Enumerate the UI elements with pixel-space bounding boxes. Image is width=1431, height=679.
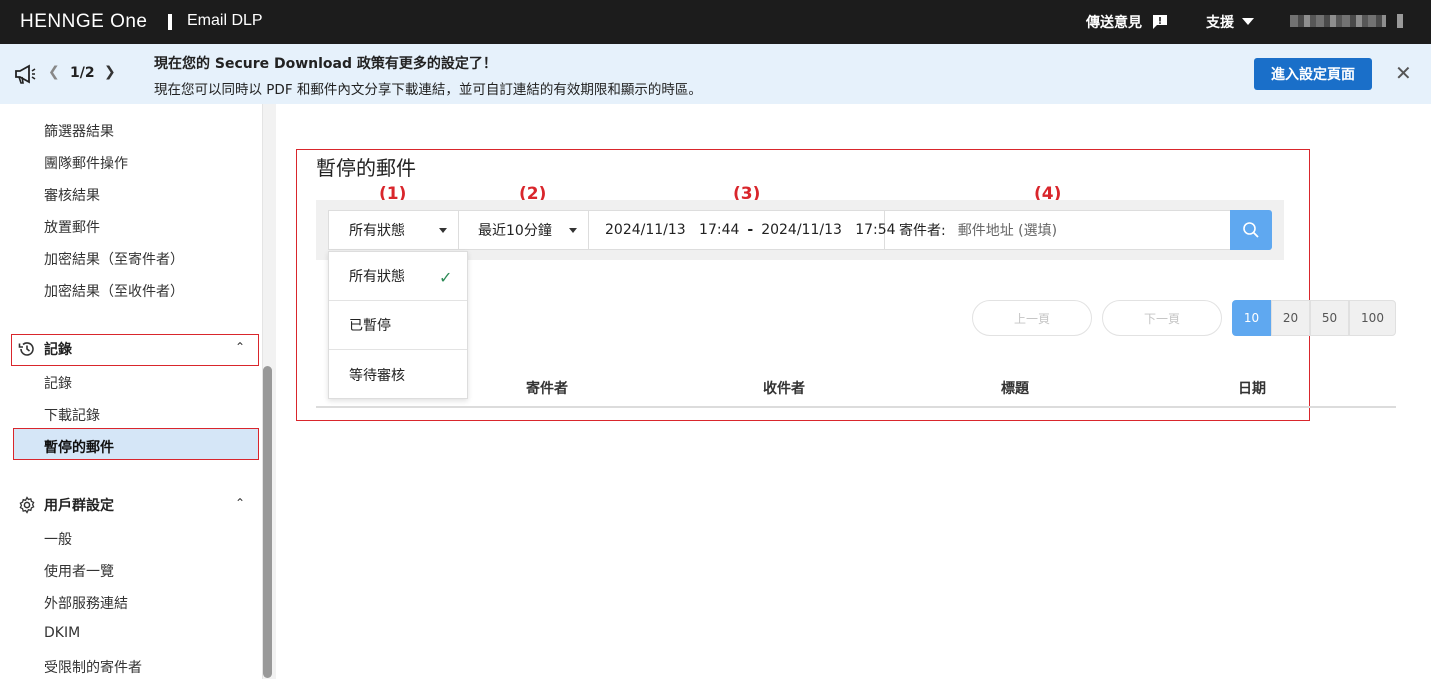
sidebar-item-download-logs[interactable]: 下載記錄 (44, 405, 100, 425)
sidebar-item-placed-mail[interactable]: 放置郵件 (44, 217, 100, 237)
chevron-down-icon (1242, 18, 1254, 25)
column-header-subject[interactable]: 標題 (1001, 378, 1029, 398)
sidebar-section-user-groups-label: 用戶群設定 (44, 498, 114, 514)
sidebar-item-filter-results[interactable]: 篩選器結果 (44, 121, 114, 141)
status-option-suspended[interactable]: 已暫停 (329, 301, 467, 350)
close-icon[interactable]: ✕ (1395, 63, 1412, 83)
chevron-up-icon[interactable]: ⌃ (235, 340, 245, 354)
status-option-pending-review[interactable]: 等待審核 (329, 350, 467, 399)
sidebar-section-records-label: 記錄 (44, 342, 72, 358)
sidebar-item-encryption-recipient[interactable]: 加密結果（至收件者） (44, 281, 184, 301)
sidebar-section-user-groups[interactable]: 用戶群設定 (18, 495, 114, 515)
page-title: 暫停的郵件 (316, 156, 416, 180)
date-range: 2024/11/13 17:44 - 2024/11/13 17:54 (589, 211, 896, 249)
status-option-all[interactable]: 所有狀態 ✓ (329, 252, 467, 301)
column-header-recipient[interactable]: 收件者 (763, 378, 805, 398)
page-size-50[interactable]: 50 (1310, 300, 1349, 336)
sidebar-item-external-services[interactable]: 外部服務連結 (44, 593, 128, 613)
sender-filter: 寄件者: 郵件地址 (選填) (885, 211, 1231, 249)
feedback-label: 傳送意見 (1086, 15, 1142, 31)
sender-label: 寄件者: (899, 223, 946, 239)
table-header-divider (316, 406, 1396, 408)
sidebar-item-general[interactable]: 一般 (44, 529, 72, 549)
gear-icon (19, 496, 35, 514)
period-select-value: 最近10分鐘 (478, 223, 552, 239)
sidebar-item-logs[interactable]: 記錄 (44, 373, 72, 393)
status-select-value: 所有狀態 (349, 223, 405, 239)
page-size-10[interactable]: 10 (1232, 300, 1271, 336)
product-name: Email DLP (187, 12, 263, 29)
column-header-date[interactable]: 日期 (1238, 378, 1266, 398)
status-option-suspended-label: 已暫停 (349, 318, 391, 334)
feedback-icon (1153, 15, 1167, 29)
column-header-sender[interactable]: 寄件者 (526, 378, 568, 398)
filter-bar: 所有狀態 最近10分鐘 2024/11/13 17:44 - 2024/11/1… (328, 210, 1231, 250)
search-icon (1243, 222, 1259, 238)
page-size-100[interactable]: 100 (1349, 300, 1396, 336)
support-label: 支援 (1206, 15, 1234, 31)
chevron-up-icon[interactable]: ⌃ (235, 496, 245, 510)
caret-down-icon (569, 228, 577, 233)
feedback-button[interactable]: 傳送意見 (1086, 12, 1168, 32)
status-option-pending-review-label: 等待審核 (349, 367, 405, 384)
sidebar-item-encryption-sender[interactable]: 加密結果（至寄件者） (44, 249, 184, 269)
page-size-20[interactable]: 20 (1271, 300, 1310, 336)
period-select[interactable]: 最近10分鐘 (459, 211, 589, 249)
status-dropdown-menu: 所有狀態 ✓ 已暫停 等待審核 (328, 251, 468, 399)
banner-next-icon[interactable]: ❯ (104, 64, 116, 80)
megaphone-icon (15, 64, 36, 84)
user-avatar (1397, 14, 1403, 28)
status-option-all-label: 所有狀態 (349, 269, 405, 285)
date-to-input[interactable]: 2024/11/13 17:54 (761, 222, 895, 238)
caret-down-icon (439, 228, 447, 233)
status-select[interactable]: 所有狀態 (329, 211, 459, 249)
date-separator: - (747, 222, 754, 238)
banner-prev-icon[interactable]: ❮ (48, 64, 60, 80)
sidebar-item-review-results[interactable]: 審核結果 (44, 185, 100, 205)
banner-text: 現在您可以同時以 PDF 和郵件內文分享下載連結，並可自訂連結的有效期限和顯示的… (154, 82, 702, 98)
history-icon (18, 342, 34, 356)
banner-title: 現在您的 Secure Download 政策有更多的設定了！ (154, 56, 497, 72)
checkmark-icon: ✓ (439, 268, 453, 287)
top-bar: HENNGE One Email DLP 傳送意見 支援 (0, 0, 1431, 44)
sidebar-item-restricted-senders[interactable]: 受限制的寄件者 (44, 657, 142, 677)
sidebar-item-dkim[interactable]: DKIM (44, 625, 80, 641)
page-size-selector: 10 20 50 100 (1232, 300, 1396, 336)
sidebar-item-user-list[interactable]: 使用者一覽 (44, 561, 114, 581)
sidebar-scrollbar-thumb[interactable] (263, 366, 272, 678)
support-menu[interactable]: 支援 (1206, 12, 1254, 32)
user-menu[interactable] (1290, 15, 1386, 27)
sidebar: 篩選器結果 團隊郵件操作 審核結果 放置郵件 加密結果（至寄件者） 加密結果（至… (0, 104, 276, 679)
prev-page-button[interactable]: 上一頁 (972, 300, 1092, 336)
go-to-settings-button[interactable]: 進入設定頁面 (1254, 58, 1372, 90)
brand-logo[interactable]: HENNGE One (20, 11, 147, 33)
date-from-input[interactable]: 2024/11/13 17:44 (605, 222, 739, 238)
search-button[interactable] (1230, 210, 1272, 250)
announcement-banner: ❮ 1/2 ❯ 現在您的 Secure Download 政策有更多的設定了！ … (0, 44, 1431, 104)
next-page-button[interactable]: 下一頁 (1102, 300, 1222, 336)
sidebar-item-team-mail-actions[interactable]: 團隊郵件操作 (44, 153, 128, 173)
product-divider-icon (168, 14, 172, 30)
sender-input[interactable]: 郵件地址 (選填) (958, 220, 1057, 240)
banner-page-count: 1/2 (70, 65, 95, 81)
sidebar-section-records[interactable]: 記錄 (18, 339, 72, 359)
sidebar-item-suspended-mail[interactable]: 暫停的郵件 (44, 437, 114, 457)
